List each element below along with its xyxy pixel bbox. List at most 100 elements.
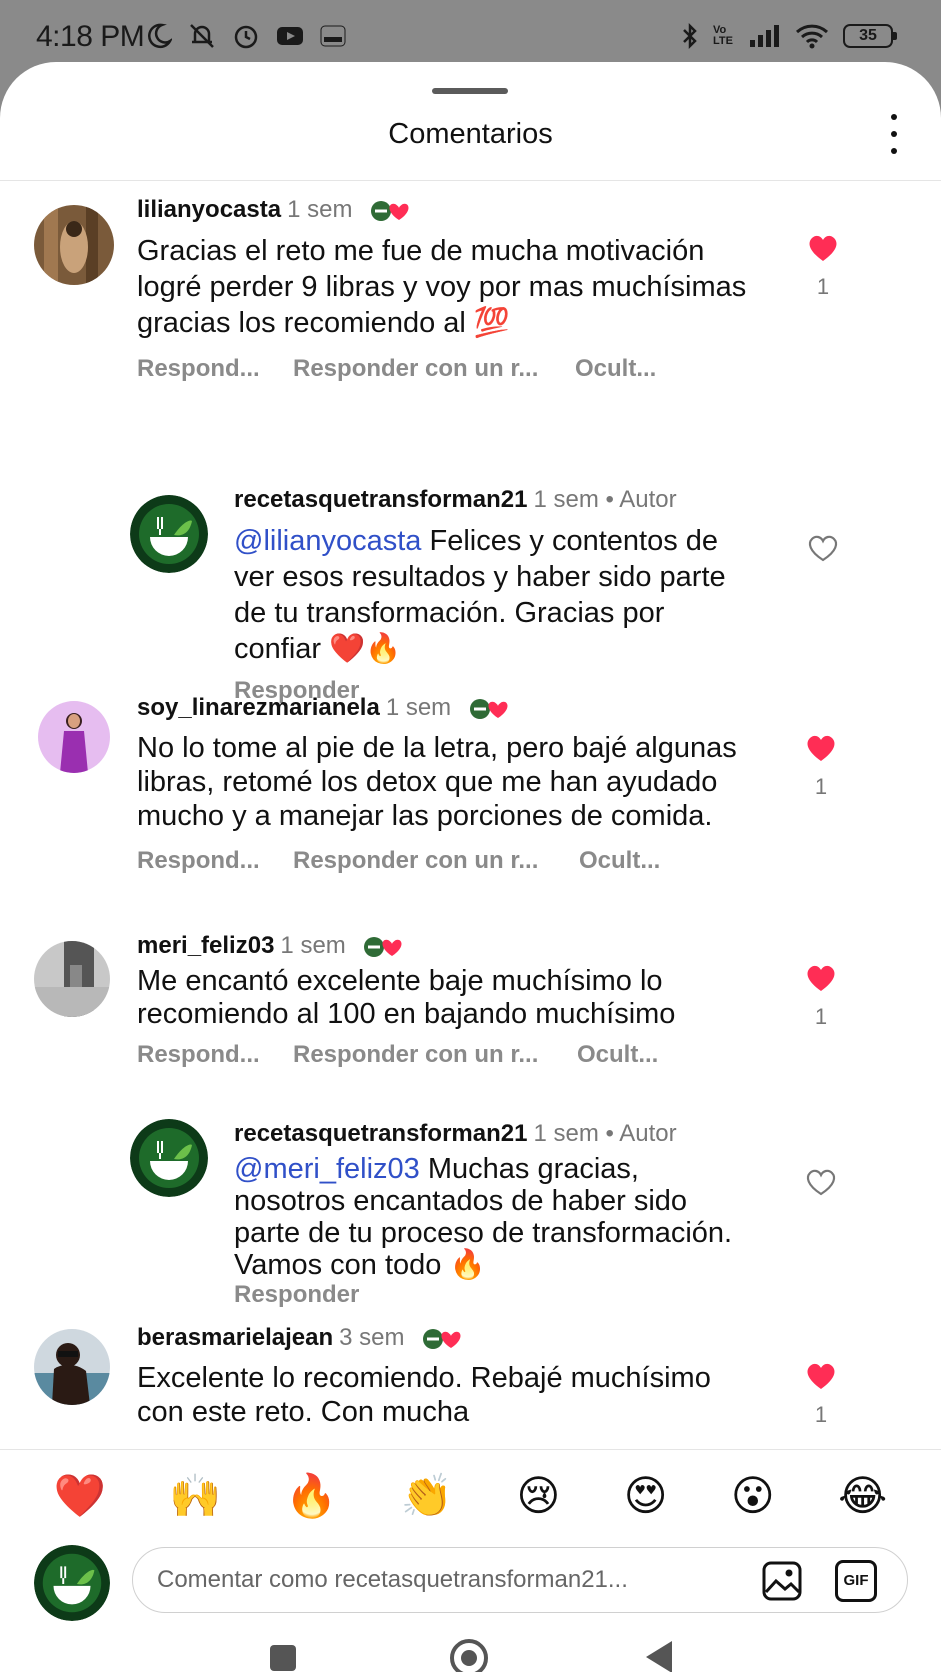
status-bar: 4:18 PM Vo LTE 35 xyxy=(0,0,941,70)
like-control[interactable] xyxy=(798,533,848,568)
alarm-icon xyxy=(234,25,258,49)
comment-username[interactable]: recetasquetransforman21 xyxy=(234,486,527,513)
like-count: 1 xyxy=(814,774,828,799)
comment-meta: soy_linarezmarianela 1 sem xyxy=(137,693,757,723)
reaction-heart-eyes-emoji[interactable]: 😍 xyxy=(624,1471,668,1521)
battery-icon: 35 xyxy=(843,24,897,48)
creator-liked-badge-icon xyxy=(469,698,508,719)
wifi-icon xyxy=(795,24,829,49)
reaction-clap-emoji[interactable]: 👏 xyxy=(401,1471,453,1521)
comment-body: recetasquetransforman21 1 sem • Autor @li… xyxy=(234,485,754,705)
hide-button[interactable]: Ocult... xyxy=(579,847,660,875)
reply-button[interactable]: Respond... xyxy=(137,355,293,383)
reaction-crying-emoji[interactable]: 😢 xyxy=(517,1471,561,1521)
more-options-icon[interactable] xyxy=(887,114,901,154)
youtube-icon xyxy=(277,27,303,45)
heart-outline-icon[interactable] xyxy=(807,533,839,563)
hide-button[interactable]: Ocult... xyxy=(575,355,656,383)
comment-body: berasmarielajean 3 sem Excelente lo recom… xyxy=(137,1323,757,1429)
comment-body: recetasquetransforman21 1 sem • Autor @me… xyxy=(234,1119,754,1309)
like-count: 1 xyxy=(816,274,830,299)
reaction-fire-emoji[interactable]: 🔥 xyxy=(285,1471,337,1521)
comment-composer: GIF xyxy=(0,1541,941,1633)
reply-button[interactable]: Respond... xyxy=(137,1041,293,1069)
comment-input-box: GIF xyxy=(132,1547,908,1613)
heart-filled-icon[interactable] xyxy=(807,233,839,263)
comment-input[interactable] xyxy=(157,1548,677,1612)
author-label: • Autor xyxy=(605,486,677,513)
avatar[interactable] xyxy=(34,941,110,1017)
signal-icon xyxy=(750,25,779,47)
avatar[interactable] xyxy=(34,1329,110,1405)
comment-actions: Responder xyxy=(234,1281,754,1309)
comment-text: Excelente lo recomiendo. Rebajé muchísim… xyxy=(137,1362,711,1428)
comment-username[interactable]: recetasquetransforman21 xyxy=(234,1120,527,1147)
creator-liked-badge-icon xyxy=(371,200,409,221)
reply-button[interactable]: Responder xyxy=(234,1281,359,1309)
comment-text: No lo tome al pie de la letra, pero bajé… xyxy=(137,732,737,832)
like-count: 1 xyxy=(814,1004,828,1029)
heart-outline-icon[interactable] xyxy=(805,1167,837,1197)
reply-with-reel-button[interactable]: Responder con un r... xyxy=(293,355,575,383)
comment-time: 1 sem xyxy=(287,196,353,223)
comment-username[interactable]: berasmarielajean xyxy=(137,1324,333,1351)
recent-apps-icon[interactable] xyxy=(270,1645,296,1671)
hide-button[interactable]: Ocult... xyxy=(577,1041,658,1069)
heart-filled-icon[interactable] xyxy=(805,733,837,763)
comment-time: 1 sem xyxy=(280,932,346,959)
system-nav-bar xyxy=(0,1633,941,1672)
mention-link[interactable]: @meri_feliz03 xyxy=(234,1153,420,1185)
comment-text: Me encantó excelente baje muchísimo lo r… xyxy=(137,965,676,1030)
home-icon[interactable] xyxy=(450,1639,488,1672)
reaction-laughing-emoji[interactable]: 😂 xyxy=(838,1471,887,1521)
comment-meta: berasmarielajean 3 sem xyxy=(137,1323,757,1353)
avatar[interactable] xyxy=(130,1119,208,1197)
creator-liked-badge-icon xyxy=(364,936,402,957)
my-avatar xyxy=(34,1545,110,1621)
comment-meta: recetasquetransforman21 1 sem • Autor xyxy=(234,485,754,515)
comment-actions: Respond... Responder con un r... Ocult... xyxy=(137,847,757,875)
heart-filled-icon[interactable] xyxy=(805,963,837,993)
comment-time: 1 sem xyxy=(533,486,599,513)
comment-time: 3 sem xyxy=(339,1324,405,1351)
status-icons-left xyxy=(148,22,346,50)
reply-with-reel-button[interactable]: Responder con un r... xyxy=(293,847,579,875)
avatar[interactable] xyxy=(130,495,208,573)
reaction-raised-hands-emoji[interactable]: 🙌 xyxy=(169,1471,221,1521)
comment-time: 1 sem xyxy=(385,694,452,721)
avatar[interactable] xyxy=(34,205,114,285)
image-icon[interactable] xyxy=(761,1560,803,1602)
sheet-title: Comentarios xyxy=(388,118,553,150)
comment-body: soy_linarezmarianela 1 sem No lo tome al … xyxy=(137,693,757,875)
reaction-surprised-emoji[interactable]: 😮 xyxy=(731,1471,775,1521)
comment-username[interactable]: soy_linarezmarianela xyxy=(137,694,380,721)
drag-handle[interactable] xyxy=(432,88,508,94)
comment-actions: Respond... Responder con un r... Ocult... xyxy=(137,1041,777,1069)
like-control[interactable]: 1 xyxy=(796,963,846,1030)
comments-list[interactable]: lilianyocasta 1 sem Gracias el reto me fu… xyxy=(0,181,941,1511)
avatar[interactable] xyxy=(38,701,110,773)
comment-text: @lilianyocasta Felices y contentos de ve… xyxy=(234,523,754,667)
comment-username[interactable]: lilianyocasta xyxy=(137,196,281,223)
reaction-heart-emoji[interactable]: ❤️ xyxy=(54,1471,106,1521)
back-icon[interactable] xyxy=(646,1641,672,1672)
comment-text: Gracias el reto me fue de mucha motivaci… xyxy=(137,235,747,339)
comment-actions: Respond... Responder con un r... Ocult... xyxy=(137,355,757,383)
comment-username[interactable]: meri_feliz03 xyxy=(137,932,274,959)
heart-filled-icon[interactable] xyxy=(805,1361,837,1391)
comment-time: 1 sem xyxy=(533,1120,599,1147)
comment-meta: meri_feliz03 1 sem xyxy=(137,931,777,961)
comment-meta: recetasquetransforman21 1 sem • Autor xyxy=(234,1119,754,1149)
muted-bell-icon xyxy=(190,24,214,48)
like-control[interactable] xyxy=(796,1167,846,1202)
like-count: 1 xyxy=(814,1402,828,1427)
like-control[interactable]: 1 xyxy=(796,1361,846,1428)
mention-link[interactable]: @lilianyocasta xyxy=(234,525,421,557)
like-control[interactable]: 1 xyxy=(796,733,846,800)
gif-button[interactable]: GIF xyxy=(835,1560,877,1602)
reply-with-reel-button[interactable]: Responder con un r... xyxy=(293,1041,577,1069)
comments-sheet: Comentarios lilianyocasta 1 sem Gracias e… xyxy=(0,62,941,1672)
like-control[interactable]: 1 xyxy=(798,233,848,300)
bluetooth-icon xyxy=(683,22,697,50)
reply-button[interactable]: Respond... xyxy=(137,847,293,875)
